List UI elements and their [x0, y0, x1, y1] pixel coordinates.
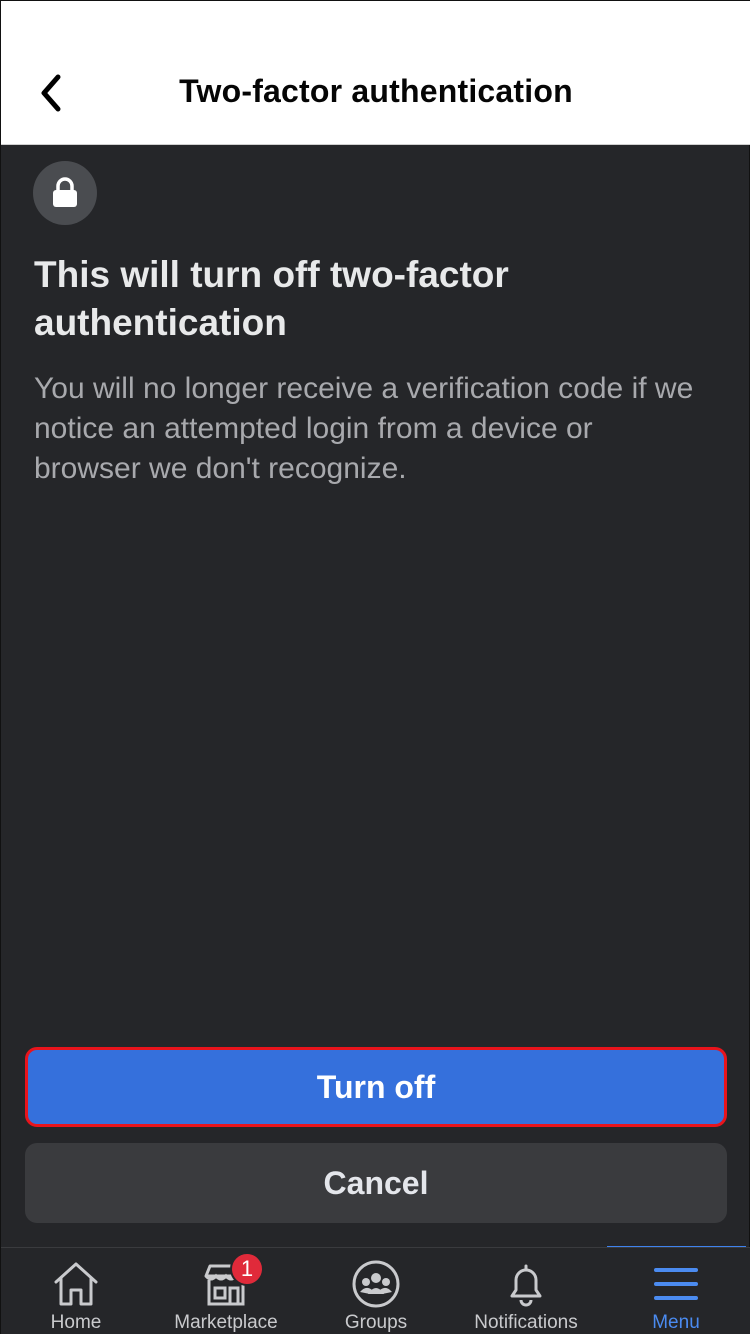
tab-label-menu: Menu: [652, 1312, 700, 1333]
tab-notifications[interactable]: Notifications: [451, 1248, 601, 1334]
bell-icon: [500, 1258, 552, 1310]
marketplace-icon: 1: [200, 1252, 264, 1310]
tab-label-marketplace: Marketplace: [174, 1312, 278, 1333]
tab-marketplace[interactable]: 1 Marketplace: [151, 1248, 301, 1334]
tab-label-notifications: Notifications: [474, 1312, 578, 1333]
top-nav-bar: Two-factor authentication: [1, 1, 750, 145]
warning-description: You will no longer receive a verificatio…: [34, 372, 694, 485]
cancel-button[interactable]: Cancel: [25, 1143, 727, 1223]
lock-badge: [33, 161, 97, 225]
tab-label-groups: Groups: [344, 1312, 408, 1333]
bottom-tab-bar: Home 1 Marketplace Groups Notifications …: [1, 1247, 750, 1334]
turn-off-button[interactable]: Turn off: [25, 1047, 727, 1127]
menu-icon: [650, 1258, 702, 1310]
notification-badge: 1: [230, 1252, 264, 1286]
warning-title: This will turn off two-factor authentica…: [34, 254, 509, 343]
groups-icon: [350, 1258, 402, 1310]
tab-menu[interactable]: Menu: [601, 1248, 750, 1334]
lock-icon: [53, 177, 77, 207]
tab-label-home: Home: [50, 1312, 102, 1333]
screen: Two-factor authentication This will turn…: [0, 0, 750, 1334]
home-icon: [50, 1258, 102, 1310]
tab-home[interactable]: Home: [1, 1248, 151, 1334]
page-title: Two-factor authentication: [179, 73, 573, 109]
tab-groups[interactable]: Groups: [301, 1248, 451, 1334]
